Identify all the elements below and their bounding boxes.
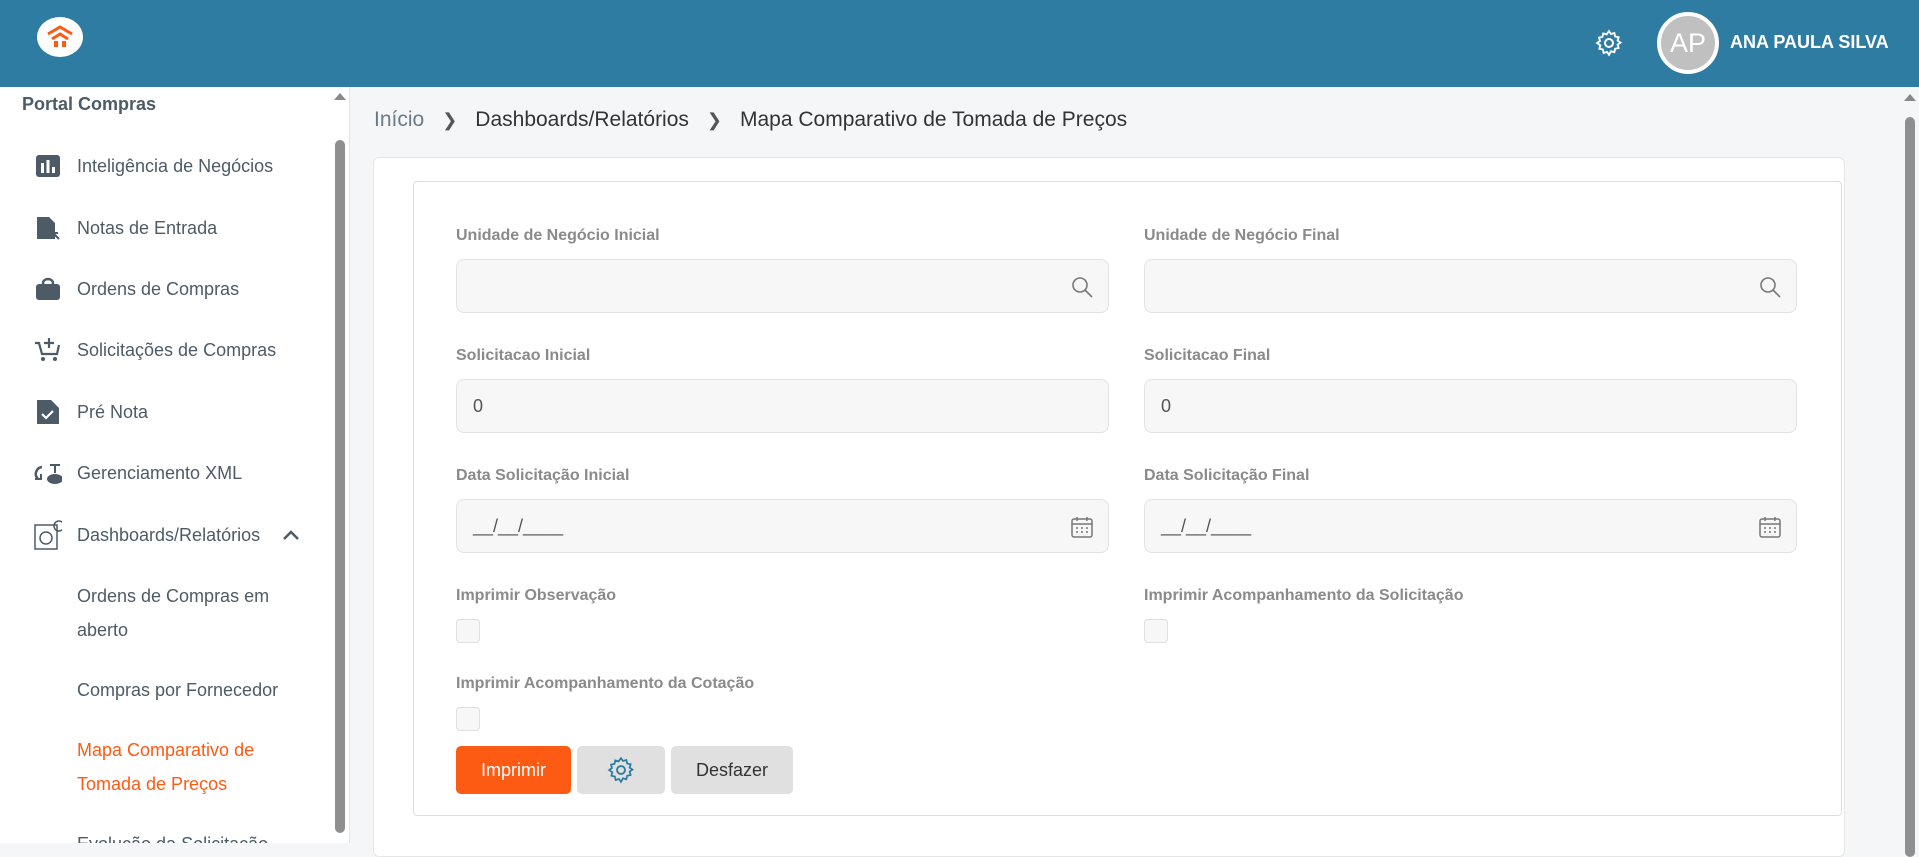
main-scroll-up[interactable] — [1904, 94, 1916, 101]
data-inicial-input[interactable]: __/__/____ — [456, 499, 1109, 553]
solicitacao-final-input[interactable]: 0 — [1144, 379, 1797, 433]
gear-icon — [607, 756, 635, 784]
imprimir-button[interactable]: Imprimir — [456, 746, 571, 794]
chevron-up-icon[interactable] — [282, 529, 300, 541]
imprimir-acomp-solicitacao-checkbox[interactable] — [1144, 619, 1168, 643]
settings-button[interactable] — [577, 746, 665, 794]
sidebar-item-inteligencia[interactable]: Inteligência de Negócios — [0, 146, 330, 186]
desfazer-button[interactable]: Desfazer — [671, 746, 793, 794]
top-header: AP ANA PAULA SILVA — [0, 0, 1919, 87]
unidade-inicial-input[interactable] — [456, 259, 1109, 313]
label-data-final: Data Solicitação Final — [1144, 467, 1310, 484]
breadcrumb-current: Mapa Comparativo de Tomada de Preços — [740, 108, 1128, 131]
document-arrow-icon — [34, 214, 62, 242]
sidebar-subitem-ordens-aberto[interactable]: Ordens de Compras em aberto — [77, 579, 307, 647]
imprimir-observacao-checkbox[interactable] — [456, 619, 480, 643]
sidebar-subitem-evolucao[interactable]: Evolução da Solicitação — [77, 827, 307, 843]
label-solicitacao-final: Solicitacao Final — [1144, 347, 1271, 364]
calendar-icon[interactable] — [1758, 515, 1782, 539]
label-unidade-inicial: Unidade de Negócio Inicial — [456, 227, 660, 244]
shopping-bag-icon — [34, 275, 62, 303]
sidebar-item-solicitacoes[interactable]: Solicitações de Compras — [0, 330, 330, 370]
document-check-icon — [34, 398, 62, 426]
calendar-icon[interactable] — [1070, 515, 1094, 539]
dashboard-search-icon — [34, 520, 62, 550]
label-imprimir-acomp-cotacao: Imprimir Acompanhamento da Cotação — [456, 675, 755, 692]
sidebar-item-xml[interactable]: Gerenciamento XML — [0, 453, 330, 493]
label-imprimir-observacao: Imprimir Observação — [456, 587, 617, 604]
breadcrumb-home[interactable]: Início — [374, 108, 424, 132]
user-name[interactable]: ANA PAULA SILVA — [1730, 32, 1889, 53]
label-imprimir-acomp-solicitacao: Imprimir Acompanhamento da Solicitação — [1144, 587, 1464, 604]
sidebar-item-pre-nota[interactable]: Pré Nota — [0, 392, 330, 432]
cloud-sync-icon — [34, 459, 62, 487]
breadcrumb: Início ❯ Dashboards/Relatórios ❯ Mapa Co… — [374, 108, 1145, 132]
search-icon[interactable] — [1758, 275, 1782, 299]
chevron-right-icon: ❯ — [706, 109, 722, 130]
sidebar-item-dashboards[interactable]: Dashboards/Relatórios — [0, 515, 330, 555]
user-avatar[interactable]: AP — [1657, 12, 1719, 74]
bar-chart-icon — [34, 152, 62, 180]
label-solicitacao-inicial: Solicitacao Inicial — [456, 347, 591, 364]
breadcrumb-dashboards[interactable]: Dashboards/Relatórios — [475, 108, 689, 132]
solicitacao-inicial-input[interactable]: 0 — [456, 379, 1109, 433]
sidebar-item-ordens-compras[interactable]: Ordens de Compras — [0, 269, 330, 309]
sidebar-title: Portal Compras — [22, 94, 157, 114]
home-logo-icon — [47, 25, 73, 47]
chevron-right-icon: ❯ — [442, 109, 458, 130]
unidade-final-input[interactable] — [1144, 259, 1797, 313]
app-logo[interactable] — [37, 17, 83, 57]
settings-gear-icon[interactable] — [1594, 28, 1624, 58]
sidebar-subitem-compras-fornecedor[interactable]: Compras por Fornecedor — [77, 673, 307, 707]
search-icon[interactable] — [1070, 275, 1094, 299]
sidebar-subitem-mapa-comparativo[interactable]: Mapa Comparativo de Tomada de Preços — [77, 733, 307, 801]
label-data-inicial: Data Solicitação Inicial — [456, 467, 630, 484]
imprimir-acomp-cotacao-checkbox[interactable] — [456, 707, 480, 731]
label-unidade-final: Unidade de Negócio Final — [1144, 227, 1340, 244]
sidebar-scrollbar[interactable] — [335, 140, 345, 833]
cart-plus-icon — [34, 336, 62, 364]
main-scrollbar[interactable] — [1905, 117, 1915, 857]
sidebar-scroll-up[interactable] — [334, 93, 346, 100]
data-final-input[interactable]: __/__/____ — [1144, 499, 1797, 553]
sidebar: Portal Compras Inteligência de Negócios … — [0, 87, 350, 843]
sidebar-item-notas-entrada[interactable]: Notas de Entrada — [0, 208, 330, 248]
